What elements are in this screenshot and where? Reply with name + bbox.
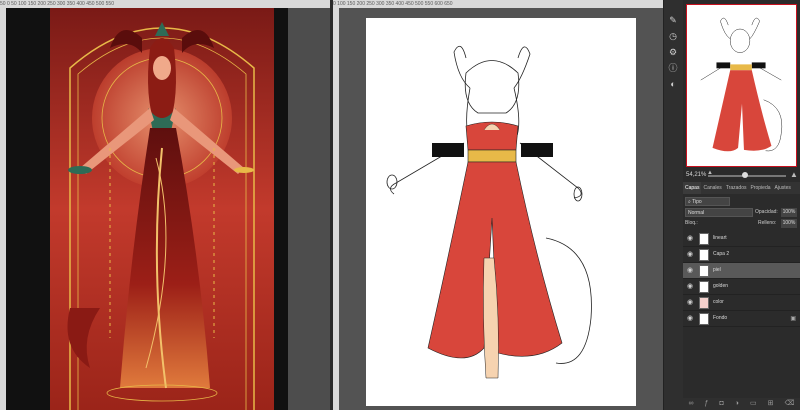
fill-input[interactable]: 100% bbox=[781, 219, 797, 228]
layer-name: piel bbox=[713, 267, 721, 273]
eye-icon[interactable]: ◉ bbox=[687, 267, 694, 274]
opacity-label: Opacidad: bbox=[755, 209, 778, 215]
lock-icon: ▣ bbox=[790, 316, 796, 322]
reference-artwork[interactable] bbox=[50, 8, 274, 410]
folder-icon[interactable]: ▭ bbox=[750, 398, 757, 410]
right-side-ruler bbox=[333, 8, 339, 410]
properties-icon[interactable]: ⚙ bbox=[666, 46, 680, 58]
layer-row-capa-2[interactable]: ◉ Capa 2 bbox=[683, 247, 800, 263]
layer-name: golden bbox=[713, 283, 729, 289]
brush-tool-icon[interactable]: ✎ bbox=[666, 14, 680, 26]
trash-icon[interactable]: ⌫ bbox=[785, 398, 795, 410]
zoom-in-icon[interactable]: ▲ bbox=[790, 170, 798, 179]
layer-thumbnail bbox=[699, 313, 709, 325]
layers-bottom-bar: ∞ ƒ ◘ ◑ ▭ ⊞ ⌫ bbox=[683, 398, 800, 410]
layer-row-piel[interactable]: ◉ piel bbox=[683, 263, 800, 279]
layer-filter-select[interactable]: ⌕ Tipo bbox=[685, 197, 730, 206]
layer-name: Fondo bbox=[713, 315, 728, 321]
layer-thumbnail bbox=[699, 249, 709, 261]
tab-adjustments[interactable]: Ajustes bbox=[773, 182, 793, 194]
layer-thumbnail bbox=[699, 297, 709, 309]
mask-icon[interactable]: ◘ bbox=[719, 398, 723, 410]
eye-icon[interactable]: ◉ bbox=[687, 315, 694, 322]
layer-name: lineart bbox=[713, 235, 727, 241]
layer-thumbnail bbox=[699, 281, 709, 293]
layer-row-color[interactable]: ◉ color bbox=[683, 295, 800, 311]
link-icon[interactable]: ∞ bbox=[689, 398, 694, 410]
navigator-zoom-value[interactable]: 54,21% bbox=[686, 172, 706, 178]
sketch-artwork[interactable] bbox=[366, 18, 636, 406]
zoom-slider-knob[interactable] bbox=[742, 172, 748, 178]
filter-kind-label: Tipo bbox=[692, 199, 702, 205]
opacity-input[interactable]: 100% bbox=[781, 208, 797, 217]
eye-icon[interactable]: ◉ bbox=[687, 283, 694, 290]
eye-icon[interactable]: ◉ bbox=[687, 251, 694, 258]
canvas-pasteboard-right bbox=[274, 8, 288, 410]
eye-icon[interactable]: ◉ bbox=[687, 299, 694, 306]
history-icon[interactable]: ◷ bbox=[666, 30, 680, 42]
workspace-gray bbox=[288, 8, 330, 410]
tab-properties[interactable]: Propieda bbox=[748, 182, 772, 194]
right-top-ruler: 0 100 150 200 250 300 350 400 450 500 55… bbox=[333, 0, 663, 8]
adjustment-layer-icon[interactable]: ◑ bbox=[735, 398, 739, 410]
layer-thumbnail bbox=[699, 233, 709, 245]
eye-icon[interactable]: ◉ bbox=[687, 235, 694, 242]
layer-name: Capa 2 bbox=[713, 251, 730, 257]
navigator-preview[interactable] bbox=[686, 4, 797, 167]
panel-tabs: Capas Canales Trazados Propieda Ajustes bbox=[683, 182, 800, 194]
fx-icon[interactable]: ƒ bbox=[705, 398, 709, 410]
layer-name: color bbox=[713, 299, 724, 305]
new-layer-icon[interactable]: ⊞ bbox=[768, 398, 774, 410]
layer-row-golden[interactable]: ◉ golden bbox=[683, 279, 800, 295]
left-top-ruler: 50 0 50 100 150 200 250 300 350 400 450 … bbox=[0, 0, 330, 8]
info-icon[interactable]: ⓘ bbox=[666, 62, 680, 74]
adjustments-icon[interactable]: ◐ bbox=[666, 78, 680, 90]
tab-channels[interactable]: Canales bbox=[701, 182, 723, 194]
canvas-pasteboard-left bbox=[6, 8, 50, 410]
tab-paths[interactable]: Trazados bbox=[724, 182, 749, 194]
blend-mode-select[interactable]: Normal bbox=[685, 208, 753, 217]
fill-label: Relleno: bbox=[758, 220, 777, 226]
layer-row-fondo[interactable]: ◉ Fondo ▣ bbox=[683, 311, 800, 327]
layer-thumbnail bbox=[699, 265, 709, 277]
layer-row-lineart[interactable]: ◉ lineart bbox=[683, 231, 800, 247]
lock-label: Bloq.: bbox=[685, 220, 698, 226]
tab-layers[interactable]: Capas bbox=[683, 182, 702, 194]
